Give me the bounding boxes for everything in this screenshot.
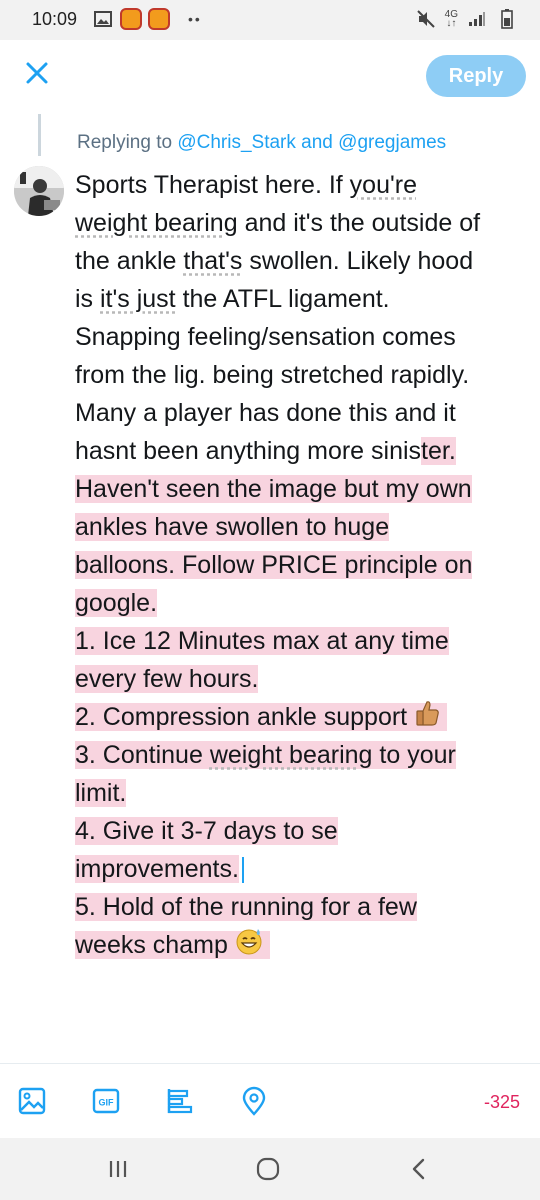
battery-icon	[496, 8, 518, 30]
tweet-line-21: weeks champ	[75, 926, 525, 964]
spellcheck-word: that's	[183, 247, 243, 275]
sweat-smile-emoji-icon	[235, 927, 263, 966]
overflow-text-segment: 2. Compression ankle support	[75, 701, 448, 731]
reply-button[interactable]: Reply	[426, 55, 526, 97]
home-icon[interactable]	[253, 1154, 283, 1184]
tweet-line-17: limit.	[75, 774, 525, 812]
network-type: 4G ↓↑	[444, 9, 458, 29]
overflow-text-segment: Haven't seen the image but my own	[75, 475, 472, 503]
thumbs-up-emoji-icon	[414, 699, 440, 738]
tweet-line-6: from the lig. being stretched rapidly.	[75, 361, 470, 389]
text-segment: hasnt been anything more sinis	[75, 437, 422, 465]
spellcheck-word: weight bearing	[209, 741, 373, 769]
app-notification-icon	[120, 8, 142, 30]
overflow-text-segment: every few hours.	[75, 665, 259, 693]
text-segment: and it's the outside of	[237, 209, 481, 237]
signal-icon	[466, 8, 488, 30]
overflow-text-segment: improvements.	[75, 855, 239, 883]
network-label: 4G	[444, 9, 458, 20]
overflow-text-segment: limit.	[75, 779, 127, 807]
status-bar: 10:09 •• 4G ↓↑	[0, 0, 540, 40]
compose-toolbar: GIF -325	[0, 1063, 540, 1138]
text-segment: the ATFL ligament.	[175, 285, 390, 313]
tweet-line-13: 1. Ice 12 Minutes max at any time	[75, 622, 525, 660]
tweet-line-14: every few hours.	[75, 660, 525, 698]
overflow-text-segment: google.	[75, 589, 158, 617]
tweet-line-18: 4. Give it 3-7 days to se	[75, 812, 525, 850]
overflow-text-segment: weeks champ	[75, 928, 270, 959]
status-system-icons: 4G ↓↑	[415, 8, 518, 30]
mention-gregjames[interactable]: @gregjames	[338, 132, 446, 153]
overflow-text-segment: 4. Give it 3-7 days to se	[75, 817, 338, 845]
tweet-text-area[interactable]: Sports Therapist here. If you're weight …	[75, 166, 525, 964]
image-icon[interactable]	[17, 1086, 47, 1116]
mention-chris-stark[interactable]: @Chris_Stark	[177, 132, 296, 153]
tweet-line-10: ankles have swollen to huge	[75, 508, 525, 546]
poll-icon[interactable]	[165, 1086, 195, 1116]
tweet-line-16: 3. Continue weight bearing to your	[75, 736, 525, 774]
spellcheck-word: you're	[349, 171, 417, 199]
avatar	[14, 166, 64, 216]
overflow-text-segment: ter.	[421, 437, 456, 465]
tweet-line-19: improvements.	[75, 850, 525, 888]
text-segment: to your	[372, 741, 456, 769]
location-icon[interactable]	[239, 1086, 269, 1116]
text-segment: improvements.	[75, 855, 239, 883]
text-segment: Sports Therapist here. If	[75, 171, 350, 199]
tweet-line-5: Snapping feeling/sensation comes	[75, 323, 456, 351]
text-segment: is	[75, 285, 100, 313]
android-nav-bar	[0, 1138, 540, 1200]
overflow-text-segment: ankles have swollen to huge	[75, 513, 390, 541]
text-segment: 3. Continue	[75, 741, 210, 769]
tweet-line-8: hasnt been anything more sinister.	[75, 432, 525, 470]
overflow-text-segment: 3. Continue weight bearing to your	[75, 741, 456, 769]
replying-to-prefix: Replying to	[77, 132, 178, 153]
tweet-line-2: weight bearing and it's the outside of	[75, 204, 525, 242]
overflow-text-segment: 5. Hold of the running for a few	[75, 893, 417, 921]
app-notification-icon	[148, 8, 170, 30]
tweet-line-4: is it's just the ATFL ligament.	[75, 280, 525, 318]
tweet-line-1: Sports Therapist here. If you're	[75, 166, 525, 204]
thread-connector-line	[38, 114, 41, 156]
close-icon[interactable]	[22, 58, 52, 88]
status-time: 10:09	[32, 9, 78, 29]
more-notifications-icon: ••	[188, 11, 202, 27]
recent-apps-icon[interactable]	[103, 1154, 133, 1184]
spellcheck-word: it's just	[100, 285, 176, 313]
replying-conjunction: and	[295, 132, 339, 153]
gallery-icon	[92, 8, 114, 30]
text-segment: weeks champ	[75, 931, 228, 959]
tweet-line-12: google.	[75, 584, 525, 622]
gif-icon[interactable]: GIF	[91, 1086, 121, 1116]
back-icon[interactable]	[404, 1154, 434, 1184]
overflow-text-segment: 1. Ice 12 Minutes max at any time	[75, 627, 449, 655]
tweet-line-20: 5. Hold of the running for a few	[75, 888, 525, 926]
compose-header: Reply	[0, 40, 540, 112]
tweet-line-3: the ankle that's swollen. Likely hood	[75, 242, 525, 280]
character-count: -325	[483, 1092, 520, 1112]
status-notification-icons: ••	[92, 8, 202, 30]
text-segment: the ankle	[75, 247, 184, 275]
gif-label: GIF	[99, 1098, 115, 1108]
mute-icon	[415, 8, 437, 30]
replying-to[interactable]: Replying to @Chris_Stark and @gregjames	[77, 132, 446, 154]
text-cursor	[241, 857, 244, 884]
text-segment: swollen. Likely hood	[242, 247, 474, 275]
tweet-line-9: Haven't seen the image but my own	[75, 470, 525, 508]
spellcheck-word: weight bearing	[75, 209, 238, 237]
overflow-text-segment: balloons. Follow PRICE principle on	[75, 551, 473, 579]
tweet-line-7: Many a player has done this and it	[75, 399, 456, 427]
text-segment: 2. Compression ankle support	[75, 703, 408, 731]
tweet-line-11: balloons. Follow PRICE principle on	[75, 546, 525, 584]
tweet-line-15: 2. Compression ankle support	[75, 698, 525, 736]
